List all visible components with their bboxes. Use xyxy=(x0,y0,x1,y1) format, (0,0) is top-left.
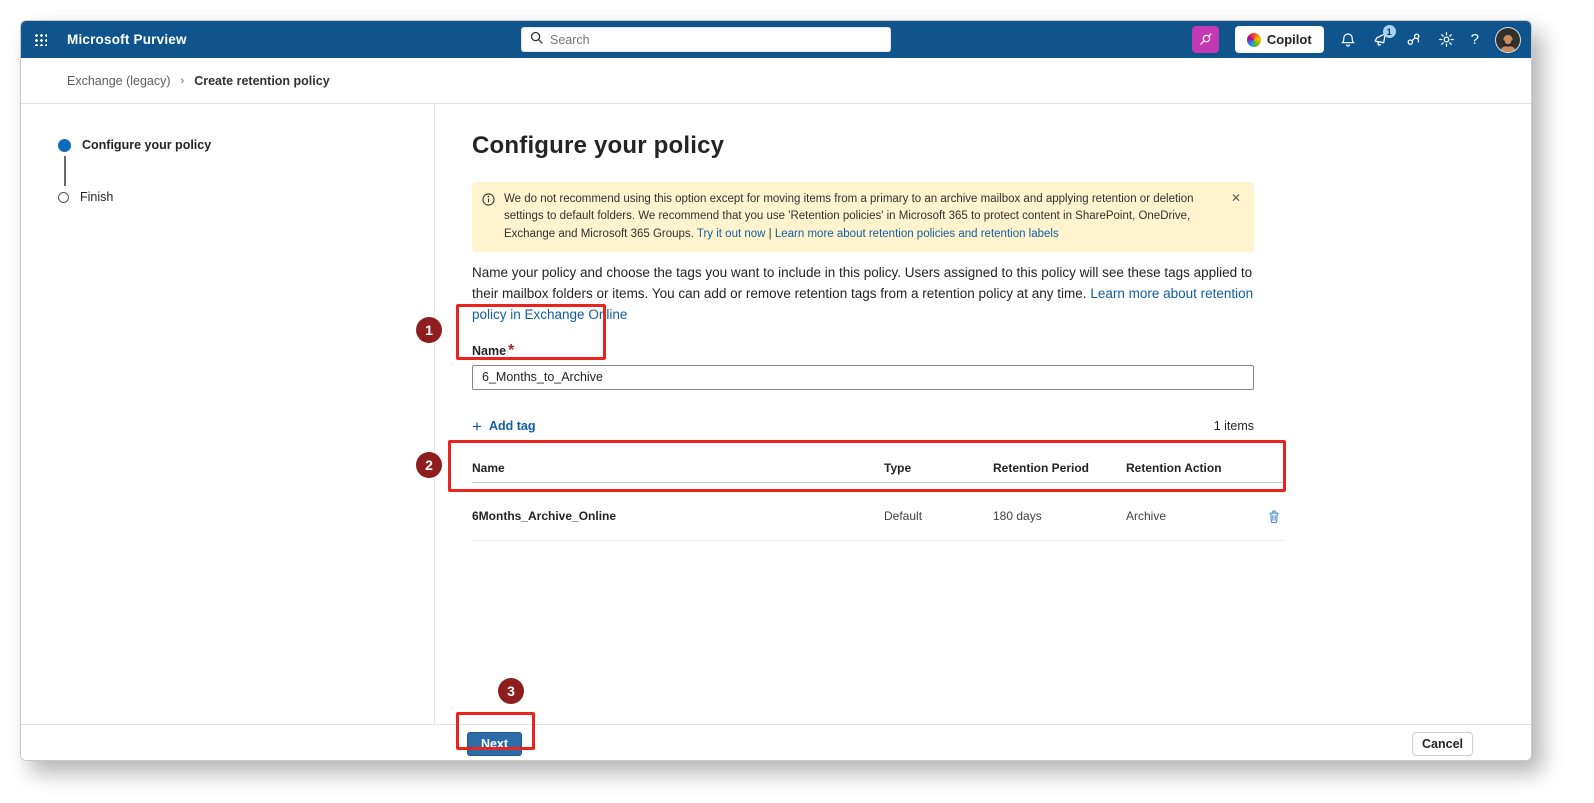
top-app-bar: Microsoft Purview Copilot 1 xyxy=(21,21,1531,58)
breadcrumb-parent[interactable]: Exchange (legacy) xyxy=(67,74,171,88)
delete-tag-button[interactable] xyxy=(1263,509,1284,524)
required-asterisk: * xyxy=(508,341,515,359)
plus-icon: + xyxy=(472,416,482,436)
table-row[interactable]: 6Months_Archive_Online Default 180 days … xyxy=(472,491,1284,541)
wizard-footer: Next Cancel xyxy=(21,724,1531,760)
copilot-logo-icon xyxy=(1246,32,1261,47)
chevron-right-icon: › xyxy=(180,74,185,87)
account-avatar[interactable] xyxy=(1495,26,1521,53)
policy-name-input[interactable] xyxy=(472,364,1254,390)
tag-type: Default xyxy=(884,509,923,524)
announcements-icon[interactable]: 1 xyxy=(1372,25,1396,48)
annotation-marker-2: 2 xyxy=(416,452,442,478)
annotation-marker-1: 1 xyxy=(416,317,442,343)
breadcrumb: Exchange (legacy) › Create retention pol… xyxy=(21,58,1531,104)
announcements-badge: 1 xyxy=(1382,25,1396,38)
help-icon[interactable]: ? xyxy=(1471,31,1479,48)
tag-retention-period: 180 days xyxy=(993,509,1042,524)
page-title: Configure your policy xyxy=(472,132,725,159)
step-connector-line xyxy=(64,156,66,186)
col-retention-action: Retention Action xyxy=(1126,460,1222,475)
copilot-promo-icon[interactable] xyxy=(1191,26,1219,53)
cancel-button[interactable]: Cancel xyxy=(1412,732,1473,756)
step-active-dot-icon xyxy=(58,138,71,152)
name-field-group: Name * xyxy=(472,342,1531,390)
step-configure-your-policy[interactable]: Configure your policy xyxy=(58,138,434,152)
col-name: Name xyxy=(472,460,505,475)
retention-tags-table: Name Type Retention Period Retention Act… xyxy=(472,461,1284,541)
notifications-bell-icon[interactable] xyxy=(1340,32,1356,48)
tag-name: 6Months_Archive_Online xyxy=(472,509,617,524)
app-launcher-icon[interactable] xyxy=(25,21,55,58)
col-retention-period: Retention Period xyxy=(993,460,1090,475)
search-icon xyxy=(530,31,543,49)
global-search[interactable] xyxy=(521,27,891,52)
step-empty-dot-icon xyxy=(58,191,69,203)
next-button[interactable]: Next xyxy=(467,732,522,756)
warning-banner: We do not recommend using this option ex… xyxy=(472,182,1254,252)
banner-text: We do not recommend using this option ex… xyxy=(504,193,1194,240)
step-finish[interactable]: Finish xyxy=(58,190,434,204)
tag-retention-action: Archive xyxy=(1126,509,1167,524)
try-it-out-link[interactable]: Try it out now xyxy=(697,228,766,240)
info-icon xyxy=(482,193,495,211)
name-field-label: Name xyxy=(472,343,507,358)
intro-paragraph: Name your policy and choose the tags you… xyxy=(472,264,1254,322)
table-header: Name Type Retention Period Retention Act… xyxy=(472,461,1284,483)
col-type: Type xyxy=(884,460,912,475)
purview-app-window: Microsoft Purview Copilot 1 xyxy=(20,20,1532,761)
copilot-button[interactable]: Copilot xyxy=(1234,26,1324,53)
share-nodes-icon[interactable] xyxy=(1405,31,1422,48)
breadcrumb-current: Create retention policy xyxy=(194,73,330,88)
copilot-label: Copilot xyxy=(1266,32,1312,47)
banner-close-icon[interactable]: ✕ xyxy=(1228,191,1244,205)
annotation-marker-3: 3 xyxy=(498,678,524,704)
add-tag-button[interactable]: + Add tag xyxy=(472,418,535,435)
wizard-stepper: Configure your policy Finish xyxy=(21,104,435,724)
items-count: 1 items xyxy=(1213,419,1254,434)
learn-more-retention-link[interactable]: Learn more about retention policies and … xyxy=(775,228,1059,240)
app-title: Microsoft Purview xyxy=(67,32,187,47)
search-input[interactable] xyxy=(550,32,882,47)
settings-gear-icon[interactable] xyxy=(1438,31,1455,48)
